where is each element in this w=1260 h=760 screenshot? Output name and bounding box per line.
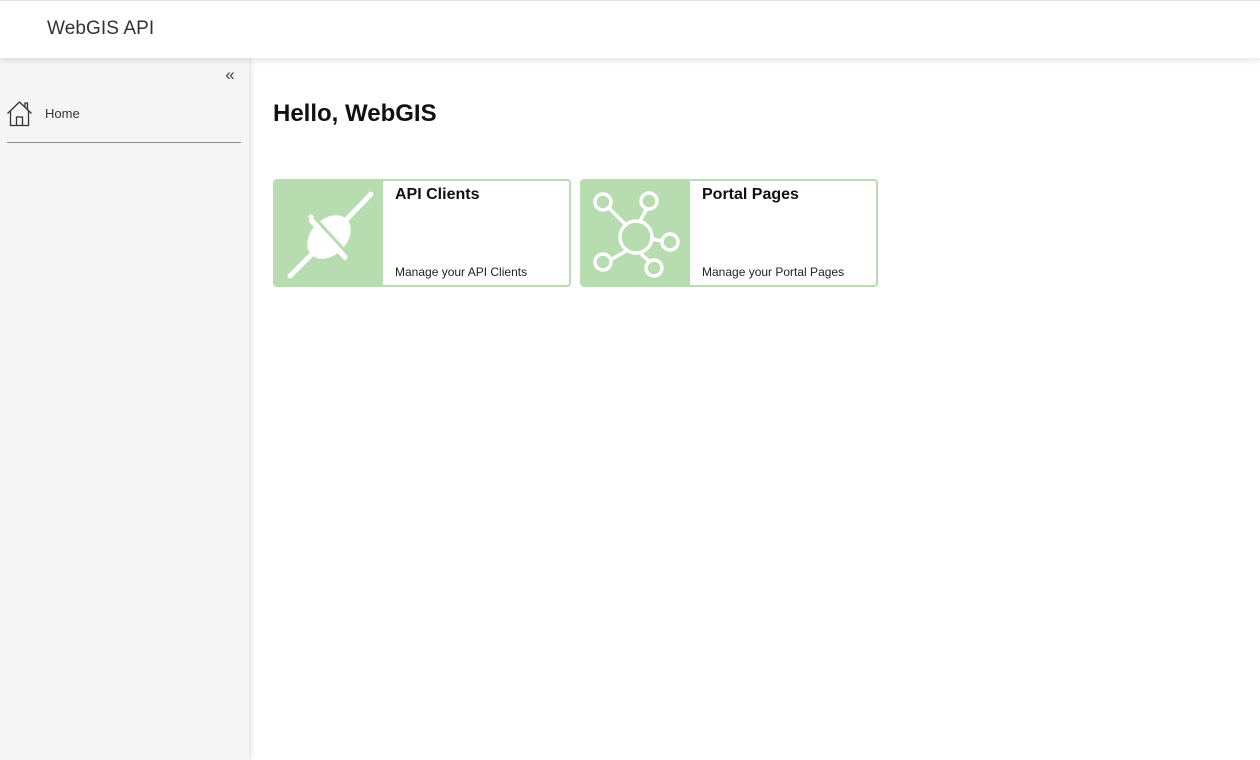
main-content: Hello, WebGIS API Clients Manage your AP… (249, 58, 1260, 760)
page-title: Hello, WebGIS (273, 100, 437, 127)
card-image (275, 181, 383, 285)
plug-icon (287, 191, 374, 279)
card-description: Manage your Portal Pages (702, 265, 845, 279)
card-image (582, 181, 690, 285)
sidebar-item-label: Home (45, 105, 80, 121)
sidebar-item-home[interactable]: Home (6, 98, 241, 128)
api-clients-card[interactable]: API Clients Manage your API Clients (273, 179, 571, 287)
app-header: WebGIS API (0, 0, 1260, 58)
sidebar: « Home (0, 58, 249, 760)
portal-pages-card[interactable]: Portal Pages Manage your Portal Pages (580, 179, 878, 287)
card-title: API Clients (395, 186, 480, 203)
home-icon (7, 100, 32, 126)
card-title: Portal Pages (702, 186, 799, 203)
sidebar-divider (7, 142, 241, 143)
app-title[interactable]: WebGIS API (47, 18, 154, 40)
network-icon (593, 191, 680, 278)
card-description: Manage your API Clients (395, 265, 528, 279)
collapse-sidebar-button[interactable]: « (221, 65, 239, 85)
